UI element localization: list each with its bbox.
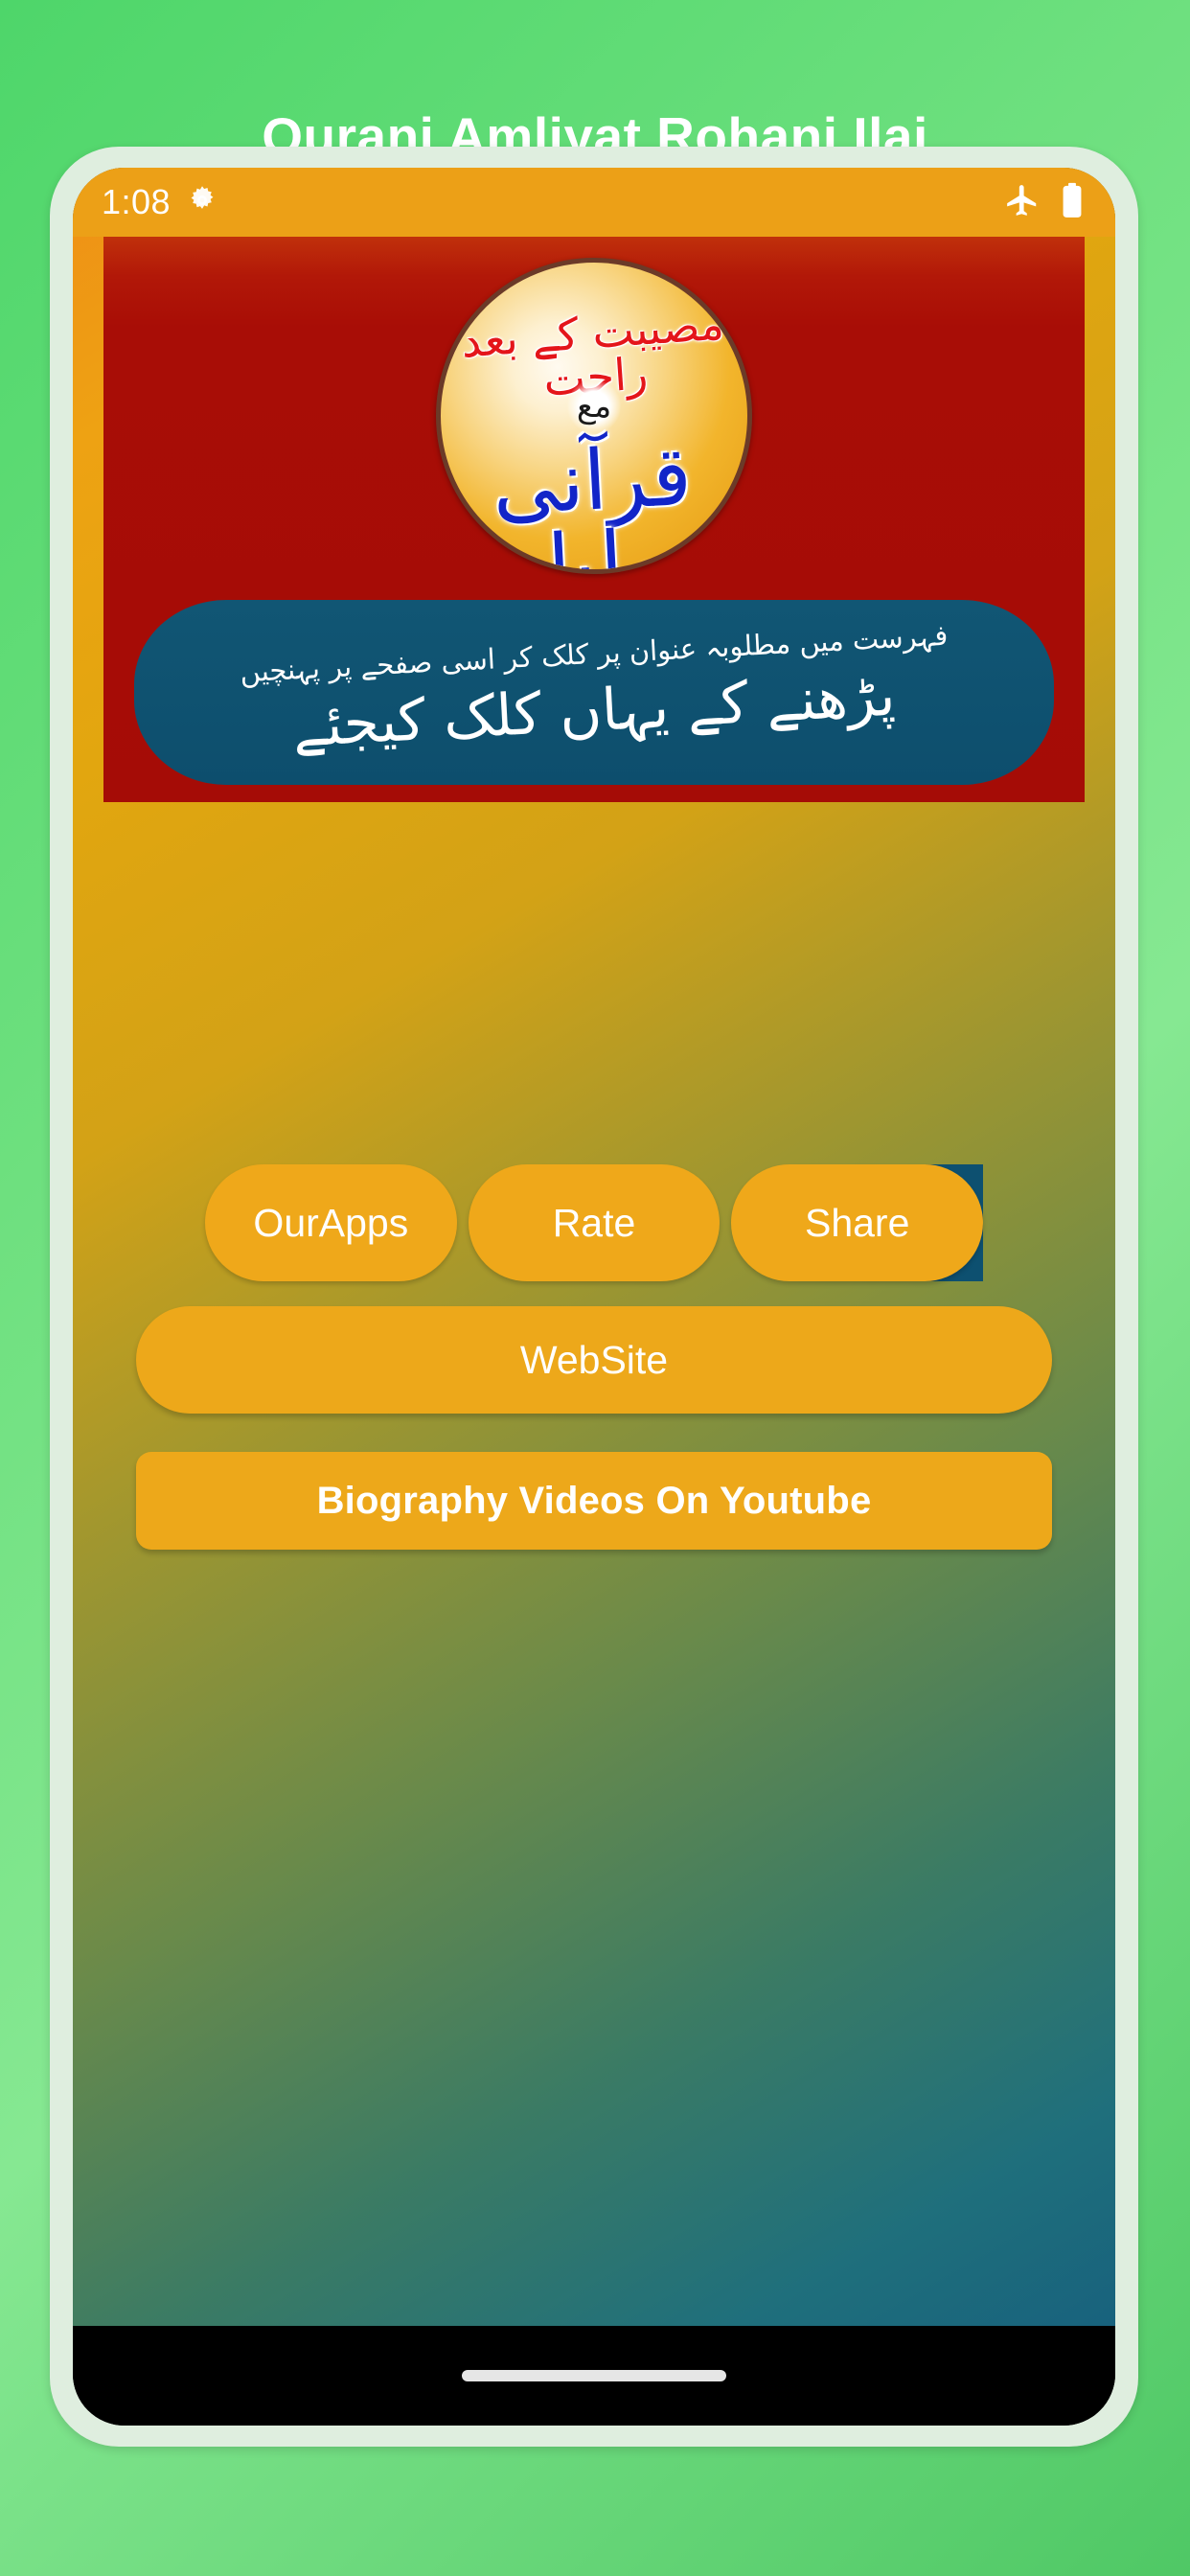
- action-button-row: OurApps Rate Share: [103, 1164, 1085, 1281]
- phone-frame: 1:08 مصیبت کے بعد راحت مع قرآنی عملیات ف…: [50, 147, 1138, 2447]
- header-banner: مصیبت کے بعد راحت مع قرآنی عملیات فہرست …: [103, 237, 1085, 802]
- rate-button[interactable]: Rate: [468, 1164, 721, 1281]
- status-bar: 1:08: [73, 168, 1115, 237]
- logo-bottom-urdu-text: قرآنی عملیات: [468, 427, 724, 574]
- status-bar-right: [1004, 182, 1083, 223]
- logo-middle-urdu-text: مع: [567, 380, 621, 433]
- battery-full-icon: [1062, 182, 1083, 223]
- website-button[interactable]: WebSite: [136, 1306, 1052, 1414]
- navigation-bar: [73, 2326, 1115, 2426]
- app-logo: مصیبت کے بعد راحت مع قرآنی عملیات: [436, 258, 752, 574]
- share-button[interactable]: Share: [731, 1164, 984, 1281]
- app-content-area: 1:08 مصیبت کے بعد راحت مع قرآنی عملیات ف…: [73, 168, 1115, 2326]
- airplane-mode-icon: [1004, 182, 1041, 223]
- status-bar-left: 1:08: [102, 182, 218, 222]
- our-apps-button[interactable]: OurApps: [205, 1164, 457, 1281]
- instruction-panel[interactable]: فہرست میں مطلوبہ عنوان پر کلک کر اسی صفح…: [134, 600, 1054, 785]
- gear-icon: [186, 184, 218, 221]
- phone-screen: 1:08 مصیبت کے بعد راحت مع قرآنی عملیات ف…: [73, 168, 1115, 2426]
- status-bar-clock: 1:08: [102, 182, 172, 221]
- home-indicator[interactable]: [462, 2370, 726, 2381]
- biography-videos-button[interactable]: Biography Videos On Youtube: [136, 1452, 1052, 1550]
